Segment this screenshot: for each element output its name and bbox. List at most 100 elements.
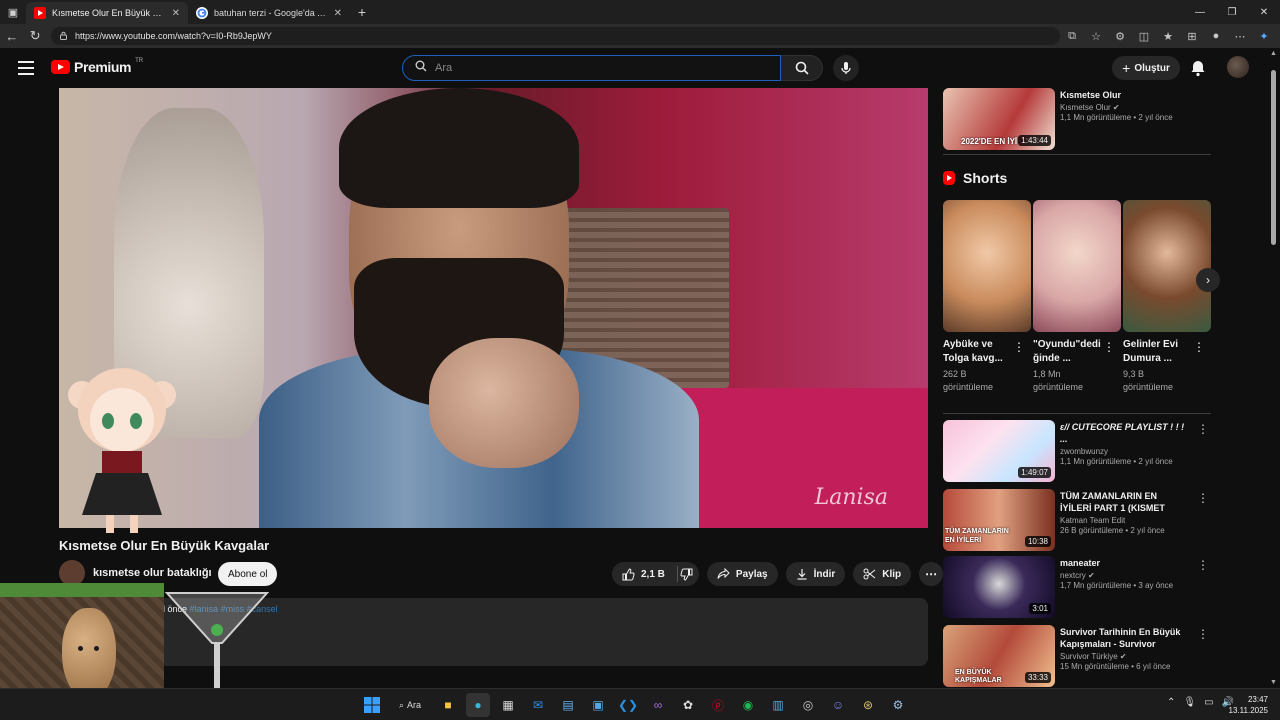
refresh-icon[interactable]: ↻ bbox=[24, 24, 48, 48]
start-icon[interactable] bbox=[360, 693, 384, 717]
recommendation-item[interactable]: TÜM ZAMANLARIN EN İYİLERİ 10:38 TÜM ZAMA… bbox=[943, 489, 1213, 553]
favorite-star-icon[interactable]: ☆ bbox=[1084, 24, 1108, 48]
more-actions-icon[interactable]: ⋯ bbox=[919, 562, 944, 586]
tab-youtube[interactable]: Kısmetse Olur En Büyük Kavgalar ✕ bbox=[26, 2, 188, 24]
tab-label: batuhan terzi - Google'da Ara bbox=[214, 8, 328, 18]
more-options-icon[interactable]: ⋮ bbox=[1193, 340, 1205, 354]
more-options-icon[interactable]: ⋮ bbox=[1197, 558, 1209, 572]
taskbar-search[interactable]: ⌕ Ara bbox=[390, 693, 430, 717]
download-label: İndir bbox=[813, 568, 836, 580]
profile-icon[interactable]: ● bbox=[1204, 24, 1228, 48]
site-info-icon[interactable] bbox=[59, 31, 68, 42]
menu-icon[interactable] bbox=[18, 61, 34, 75]
search-button[interactable] bbox=[781, 55, 823, 81]
search-icon bbox=[415, 59, 427, 77]
chevron-right-icon[interactable]: › bbox=[1196, 268, 1220, 292]
video-thumbnail[interactable]: 1:49:07 bbox=[943, 420, 1055, 482]
video-thumbnail[interactable]: EN BÜYÜK KAPIŞMALAR 33:33 bbox=[943, 625, 1055, 687]
verified-icon: ✔ bbox=[1112, 103, 1120, 112]
more-icon[interactable]: ⋯ bbox=[1228, 24, 1252, 48]
split-screen-icon[interactable]: ◫ bbox=[1132, 24, 1156, 48]
spotify-icon[interactable]: ◉ bbox=[736, 693, 760, 717]
account-avatar[interactable] bbox=[1227, 56, 1249, 78]
close-window-icon[interactable]: ✕ bbox=[1248, 0, 1280, 24]
dislike-button[interactable] bbox=[674, 562, 699, 586]
close-tab-icon[interactable]: ✕ bbox=[172, 8, 180, 19]
subscribe-button[interactable]: Abone ol bbox=[218, 562, 278, 586]
notifications-icon[interactable] bbox=[1188, 58, 1208, 78]
visual-studio-icon[interactable]: ∞ bbox=[646, 693, 670, 717]
vscode-icon[interactable]: ❮❯ bbox=[616, 693, 640, 717]
more-options-icon[interactable]: ⋮ bbox=[1197, 627, 1209, 641]
short-thumbnail[interactable] bbox=[1123, 200, 1211, 332]
back-icon[interactable]: ← bbox=[0, 24, 24, 48]
game-app-icon[interactable]: ⊛ bbox=[856, 693, 880, 717]
edge-icon[interactable]: ● bbox=[466, 693, 490, 717]
short-item[interactable]: Gelinler Evi Dumura ... 9,3 B görüntülem… bbox=[1123, 200, 1211, 394]
short-thumbnail[interactable] bbox=[943, 200, 1031, 332]
obs-icon[interactable]: ◎ bbox=[796, 693, 820, 717]
short-item[interactable]: Aybüke ve Tolga kavg... 262 B görüntülem… bbox=[943, 200, 1031, 394]
steam-icon[interactable]: ⚙ bbox=[886, 693, 910, 717]
tab-label: Kısmetse Olur En Büyük Kavgalar bbox=[52, 8, 166, 18]
tab-actions-icon[interactable]: ▣ bbox=[0, 0, 26, 24]
more-options-icon[interactable]: ⋮ bbox=[1103, 340, 1115, 354]
more-options-icon[interactable]: ⋮ bbox=[1197, 491, 1209, 505]
video-player[interactable]: Lanisa bbox=[59, 88, 928, 528]
more-options-icon[interactable]: ⋮ bbox=[1013, 340, 1025, 354]
like-button[interactable]: 2,1 B bbox=[612, 562, 682, 586]
chevron-up-icon[interactable]: ⌃ bbox=[1167, 697, 1175, 708]
recommendation-item[interactable]: 1:49:07 ɛ// CUTECORE PLAYLIST ! ! ! ... … bbox=[943, 420, 1213, 484]
microphone-icon[interactable]: 🎙 bbox=[1183, 697, 1196, 708]
snipping-icon[interactable]: ▣ bbox=[586, 693, 610, 717]
photos-icon[interactable]: ▤ bbox=[556, 693, 580, 717]
clock-date: 13.11.2025 bbox=[1228, 706, 1268, 715]
browser-tab-bar: ▣ Kısmetse Olur En Büyük Kavgalar ✕ batu… bbox=[0, 0, 1280, 24]
display-icon[interactable]: ▭ bbox=[1204, 697, 1213, 708]
taskbar-clock[interactable]: 23:47 13.11.2025 bbox=[1229, 694, 1268, 716]
outlook-icon[interactable]: ✉ bbox=[526, 693, 550, 717]
share-button[interactable]: Paylaş bbox=[706, 562, 778, 586]
favorites-icon[interactable]: ★ bbox=[1156, 24, 1180, 48]
recommendation-stats: 26 B görüntüleme • 2 yıl önce bbox=[1060, 526, 1165, 535]
recommendation-channel: Kısmetse Olur ✔ bbox=[1060, 103, 1120, 112]
copilot-icon[interactable]: ✦ bbox=[1252, 24, 1276, 48]
video-thumbnail[interactable]: 3:01 bbox=[943, 556, 1055, 618]
minimize-icon[interactable]: — bbox=[1184, 0, 1216, 24]
voice-search-button[interactable] bbox=[833, 55, 859, 81]
recommendation-stats: 1,1 Mn görüntüleme • 2 yıl önce bbox=[1060, 113, 1173, 122]
calculator-icon[interactable]: ▥ bbox=[766, 693, 790, 717]
file-explorer-icon[interactable]: ■ bbox=[436, 693, 460, 717]
recommendation-item[interactable]: 3:01 maneater nextcry ✔ 1,7 Mn görüntüle… bbox=[943, 556, 1213, 620]
close-tab-icon[interactable]: ✕ bbox=[334, 8, 342, 19]
collections-icon[interactable]: ⊞ bbox=[1180, 24, 1204, 48]
clip-button[interactable]: Klip bbox=[853, 562, 912, 586]
thumbnail-text: 2022'DE EN İYİ bbox=[961, 137, 1018, 146]
short-item[interactable]: "Oyundu"dedi ğinde ... 1,8 Mn görüntülem… bbox=[1033, 200, 1121, 394]
recommendation-item[interactable]: EN BÜYÜK KAPIŞMALAR 33:33 Survivor Tarih… bbox=[943, 625, 1213, 689]
search-input[interactable] bbox=[435, 62, 735, 74]
store-icon[interactable]: ▦ bbox=[496, 693, 520, 717]
reader-icon[interactable]: ⧉ bbox=[1060, 24, 1084, 48]
extensions-icon[interactable]: ⚙ bbox=[1108, 24, 1132, 48]
tab-google[interactable]: batuhan terzi - Google'da Ara ✕ bbox=[188, 2, 350, 24]
short-thumbnail[interactable] bbox=[1033, 200, 1121, 332]
chatgpt-icon[interactable]: ✿ bbox=[676, 693, 700, 717]
video-thumbnail[interactable]: TÜM ZAMANLARIN EN İYİLERİ 10:38 bbox=[943, 489, 1055, 551]
create-button[interactable]: + Oluştur bbox=[1112, 56, 1180, 80]
video-thumbnail[interactable]: 2022'DE EN İYİ 1:43:44 bbox=[943, 88, 1055, 150]
pinterest-icon[interactable]: ⓟ bbox=[706, 693, 730, 717]
window-controls: — ❐ ✕ bbox=[1184, 0, 1280, 24]
url-field[interactable]: https://www.youtube.com/watch?v=I0-Rb9Je… bbox=[51, 27, 1060, 45]
youtube-logo[interactable]: Premium TR bbox=[51, 58, 143, 75]
maximize-icon[interactable]: ❐ bbox=[1216, 0, 1248, 24]
download-button[interactable]: İndir bbox=[785, 562, 846, 586]
page-scrollbar[interactable]: ▲ ▼ bbox=[1268, 48, 1280, 688]
more-options-icon[interactable]: ⋮ bbox=[1197, 422, 1209, 436]
anime-character-overlay bbox=[68, 368, 176, 533]
new-tab-icon[interactable]: + bbox=[350, 4, 374, 20]
download-icon bbox=[797, 569, 807, 580]
discord-icon[interactable]: ☺ bbox=[826, 693, 850, 717]
recommendation-item[interactable]: 2022'DE EN İYİ 1:43:44 Kısmetse Olur Kıs… bbox=[943, 88, 1213, 152]
channel-name[interactable]: kısmetse olur bataklığı bbox=[93, 567, 212, 579]
